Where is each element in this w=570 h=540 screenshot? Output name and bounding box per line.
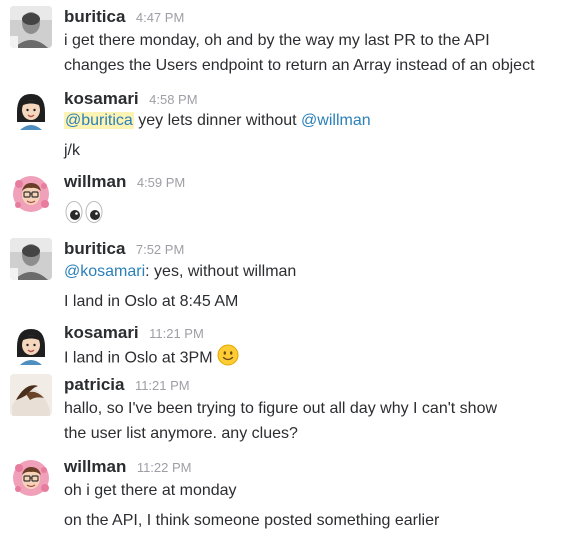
message-text: the user list anymore. any clues? — [64, 425, 298, 442]
message-text: I land in Oslo at 8:45 AM — [64, 293, 239, 310]
avatar-buritica[interactable] — [10, 238, 52, 280]
author-name[interactable]: willman — [64, 172, 126, 191]
author-name[interactable]: kosamari — [64, 323, 139, 342]
avatar-willman[interactable] — [10, 173, 52, 215]
slightly-smiling-face-emoji — [217, 344, 239, 373]
avatar-willman[interactable] — [10, 457, 52, 499]
mention-user[interactable]: @kosamari — [64, 263, 145, 280]
message-timestamp[interactable]: 11:22 PM — [137, 460, 192, 475]
message-text — [64, 200, 104, 231]
message-text: j/k — [64, 142, 80, 159]
avatar-kosamari[interactable] — [10, 88, 52, 130]
message-text: hallo, so I've been trying to figure out… — [64, 400, 498, 417]
author-name[interactable]: patricia — [64, 375, 124, 394]
message-text: @kosamari: yes, without willman — [64, 261, 296, 283]
message-timestamp[interactable]: 11:21 PM — [135, 378, 190, 393]
message-timestamp[interactable]: 11:21 PM — [149, 326, 204, 341]
mention-self[interactable]: @buritica — [64, 112, 134, 129]
message-timestamp[interactable]: 7:52 PM — [136, 242, 184, 257]
eyes-emoji — [64, 200, 104, 231]
avatar-patricia[interactable] — [10, 374, 52, 416]
message-timestamp[interactable]: 4:47 PM — [136, 10, 184, 25]
avatar-kosamari[interactable] — [10, 323, 52, 365]
message-text: on the API, I think someone posted somet… — [64, 512, 440, 529]
author-name[interactable]: kosamari — [64, 89, 139, 108]
message-text: changes the Users endpoint to return an … — [64, 57, 535, 74]
message-text: i get there monday, oh and by the way my… — [64, 32, 490, 49]
message-text: @buritica yey lets dinner without @willm… — [64, 110, 371, 132]
message-text-fragment: yey lets dinner without — [133, 112, 302, 129]
author-name[interactable]: buritica — [64, 7, 125, 26]
message-text: oh i get there at monday — [64, 482, 237, 499]
message-text: I land in Oslo at 3PM — [64, 344, 239, 373]
author-name[interactable]: buritica — [64, 239, 125, 258]
avatar-buritica[interactable] — [10, 6, 52, 48]
message-text-fragment: : yes, without willman — [145, 263, 297, 280]
author-name[interactable]: willman — [64, 457, 126, 476]
message-text-fragment: I land in Oslo at 3PM — [64, 349, 213, 367]
mention-user[interactable]: @willman — [301, 112, 371, 129]
message-timestamp[interactable]: 4:59 PM — [137, 175, 185, 190]
message-timestamp[interactable]: 4:58 PM — [149, 92, 197, 107]
